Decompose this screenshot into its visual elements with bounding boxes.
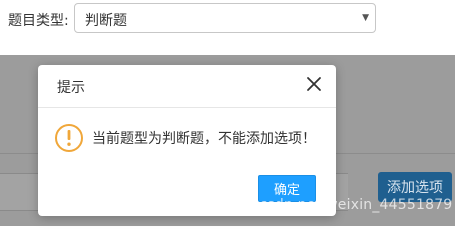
chevron-down-icon: ▼ — [362, 13, 369, 23]
question-type-label: 题目类型: — [8, 13, 69, 29]
dialog-title: 提示 — [57, 80, 85, 96]
close-icon[interactable] — [304, 74, 324, 94]
warning-icon — [54, 123, 84, 153]
background-option-input — [0, 173, 40, 211]
dialog-body: 当前题型为判断题，不能添加选项！ — [38, 108, 336, 168]
question-type-row: 题目类型: 判断题 ▼ — [0, 0, 455, 40]
alert-dialog: 提示 当前题型为判断题，不能添加选项！ 确定 — [38, 65, 336, 216]
dialog-message: 当前题型为判断题，不能添加选项！ — [92, 131, 316, 147]
watermark-text: https://blog.csdn.net/weixin_44551879 — [172, 197, 453, 213]
question-type-select-value: 判断题 — [85, 13, 127, 29]
question-type-select[interactable]: 判断题 ▼ — [74, 3, 376, 33]
dialog-header: 提示 — [38, 65, 336, 108]
